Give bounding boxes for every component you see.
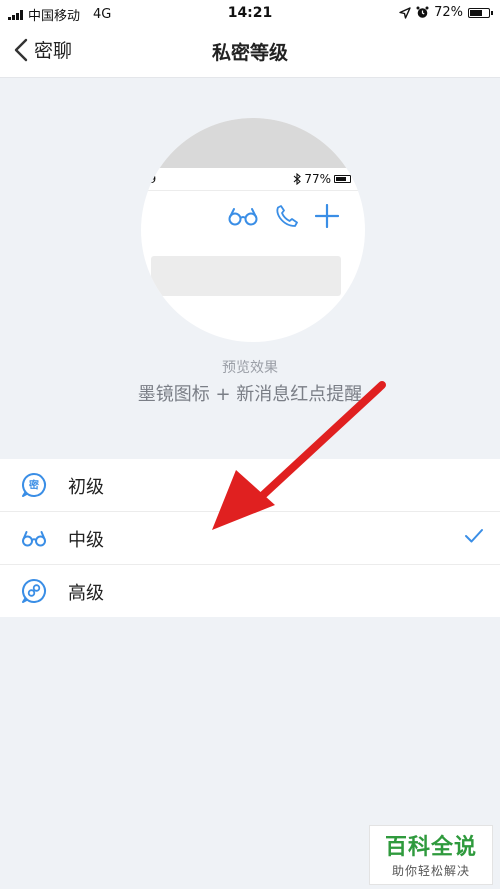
glasses-icon — [228, 208, 258, 226]
option-medium[interactable]: 中级 — [0, 512, 500, 565]
preview-battery-icon — [334, 175, 351, 183]
preview-description: 墨镜图标 + 新消息红点提醒 — [137, 384, 363, 405]
glasses-icon — [22, 531, 46, 547]
option-basic-label: 初级 — [68, 477, 104, 498]
watermark-title: 百科全说 — [384, 835, 477, 860]
bluetooth-icon — [293, 173, 302, 185]
option-advanced-label: 高级 — [68, 583, 104, 604]
alarm-icon — [416, 6, 429, 18]
watermark-subtitle: 助你轻松解决 — [391, 864, 470, 878]
privacy-level-list: 密 初级 中级 高级 — [0, 459, 500, 617]
plus-icon — [315, 204, 339, 228]
preview-toolbar — [227, 204, 339, 228]
battery-percent: 72% — [434, 5, 463, 20]
preview-battery-percent: 77% — [304, 172, 331, 186]
location-icon — [399, 6, 411, 19]
option-basic[interactable]: 密 初级 — [0, 459, 500, 512]
phone-icon — [276, 205, 298, 227]
preview-caption: 预览效果 — [222, 360, 278, 376]
secret-badge-icon: 密 — [21, 472, 46, 497]
watermark-logo: 百科全说 助你轻松解决 — [369, 825, 493, 885]
page-title: 私密等级 — [211, 42, 288, 64]
battery-icon — [468, 7, 493, 18]
preview-message-bar — [151, 256, 341, 296]
preview-status-left: 59 — [141, 172, 157, 186]
nav-bar: 密聊 私密等级 — [0, 26, 500, 78]
preview-divider — [141, 190, 365, 191]
checkmark-icon — [465, 529, 483, 543]
status-right: 72% — [399, 5, 493, 20]
svg-text:密: 密 — [29, 479, 39, 492]
link-bubble-icon — [21, 578, 46, 603]
option-medium-label: 中级 — [68, 530, 104, 551]
status-bar: 中国移动 4G 14:21 72% — [0, 0, 500, 26]
option-advanced[interactable]: 高级 — [0, 565, 500, 617]
preview-circle: 59 77% — [141, 118, 365, 342]
preview-header — [141, 118, 365, 168]
preview-status-bar: 59 77% — [141, 168, 365, 190]
